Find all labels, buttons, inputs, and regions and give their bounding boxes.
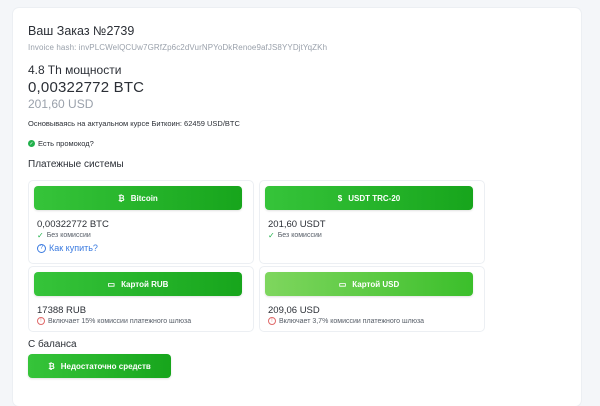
bitcoin-icon: ₿ <box>48 361 55 371</box>
pay-card-rub-button[interactable]: ▭ Картой RUB <box>34 272 242 296</box>
rub-fee-text: Включает 15% комиссии платежного шлюза <box>48 317 192 325</box>
usd-total: 201,60 USD <box>28 97 94 111</box>
usd-card-amount: 209,06 USD <box>268 305 320 316</box>
pay-card-usd-button[interactable]: ▭ Картой USD <box>265 272 473 296</box>
pay-card-usd-label: Картой USD <box>352 279 400 289</box>
invoice-hash: Invoice hash: invPLCWelQCUw7GRfZp6c2dVur… <box>28 43 328 52</box>
usd-fee-text: Включает 3,7% комиссии платежного шлюза <box>279 317 425 325</box>
info-icon: ! <box>268 317 276 325</box>
rub-amount: 17388 RUB <box>37 305 87 316</box>
how-to-buy-link[interactable]: ? Как купить? <box>37 243 98 253</box>
payment-card-rub: ▭ Картой RUB 17388 RUB ! Включает 15% ко… <box>28 266 254 332</box>
how-to-buy-label: Как купить? <box>49 243 98 253</box>
usd-fee-note: ! Включает 3,7% комиссии платежного шлюз… <box>268 317 424 325</box>
promo-label: Есть промокод? <box>38 139 94 148</box>
payment-section-title: Платежные системы <box>28 159 124 170</box>
bitcoin-icon: ₿ <box>118 193 125 203</box>
pay-from-balance-button[interactable]: ₿ Недостаточно средств <box>28 354 171 378</box>
bitcoin-fee-note: ✓ Без комиссии <box>37 231 91 240</box>
balance-button-label: Недостаточно средств <box>60 361 151 371</box>
usdt-fee-text: Без комиссии <box>277 232 322 239</box>
balance-label: С баланса <box>28 339 77 350</box>
payment-card-usd: ▭ Картой USD 209,06 USD ! Включает 3,7% … <box>259 266 485 332</box>
hashpower-label: 4.8 Th мощности <box>28 63 122 77</box>
check-circle-icon: ✓ <box>28 140 35 147</box>
pay-card-rub-label: Картой RUB <box>121 279 169 289</box>
bitcoin-fee-text: Без комиссии <box>46 232 91 239</box>
usdt-amount: 201,60 USDT <box>268 219 326 230</box>
info-icon: ! <box>37 317 45 325</box>
rate-note: Основываясь на актуальном курсе Биткоин:… <box>28 119 240 128</box>
btc-total: 0,00322772 BTC <box>28 79 145 96</box>
card-icon: ▭ <box>107 279 116 289</box>
check-icon: ✓ <box>37 231 44 240</box>
dollar-icon: $ <box>337 193 343 203</box>
pay-usdt-label: USDT TRC-20 <box>348 193 401 203</box>
order-title: Ваш Заказ №2739 <box>28 24 135 38</box>
card-icon: ▭ <box>338 279 347 289</box>
bitcoin-amount: 0,00322772 BTC <box>37 219 109 230</box>
pay-bitcoin-button[interactable]: ₿ Bitcoin <box>34 186 242 210</box>
order-card: Ваш Заказ №2739 Invoice hash: invPLCWelQ… <box>13 8 581 406</box>
payment-card-bitcoin: ₿ Bitcoin 0,00322772 BTC ✓ Без комиссии … <box>28 180 254 264</box>
payment-card-usdt: $ USDT TRC-20 201,60 USDT ✓ Без комиссии <box>259 180 485 264</box>
pay-bitcoin-label: Bitcoin <box>130 193 158 203</box>
question-icon: ? <box>37 243 46 253</box>
promo-link[interactable]: ✓ Есть промокод? <box>28 139 94 148</box>
pay-usdt-button[interactable]: $ USDT TRC-20 <box>265 186 473 210</box>
usdt-fee-note: ✓ Без комиссии <box>268 231 322 240</box>
rub-fee-note: ! Включает 15% комиссии платежного шлюза <box>37 317 191 325</box>
check-icon: ✓ <box>268 231 275 240</box>
